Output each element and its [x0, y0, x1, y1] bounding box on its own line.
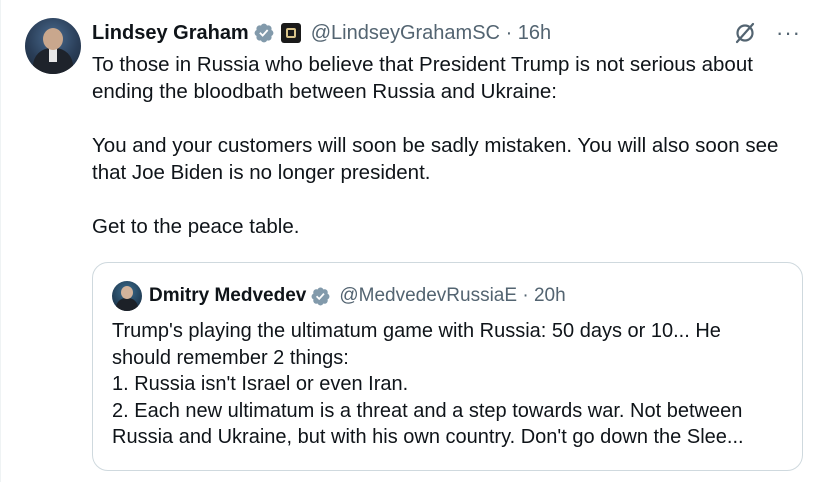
quoted-time: 20h [533, 285, 566, 306]
quoted-text: Trump's playing the ultimatum game with … [112, 318, 792, 451]
tweet-time: 16h [517, 21, 552, 44]
verified-badge-icon [311, 287, 330, 305]
tweet-header: Lindsey Graham @LindseyGrahamSC · 16h [92, 18, 551, 48]
avatar[interactable] [25, 18, 81, 74]
grok-icon[interactable] [732, 20, 758, 46]
quoted-line: 2. Each new ultimatum is a threat and a … [112, 399, 743, 422]
tweet-paragraph: You and your customers will soon be sadl… [92, 134, 779, 184]
verified-badge-icon [254, 23, 274, 43]
author-name[interactable]: Lindsey Graham [92, 22, 249, 45]
tweet-actions: ··· [732, 20, 801, 46]
quoted-tweet[interactable]: Dmitry Medvedev @MedvedevRussiaE · 20h T… [92, 262, 803, 471]
quoted-author-name: Dmitry Medvedev [149, 285, 307, 306]
quoted-line: should remember 2 things: [112, 346, 349, 369]
tweet-text: To those in Russia who believe that Pres… [92, 51, 812, 240]
quoted-header: Dmitry Medvedev @MedvedevRussiaE · 20h [149, 281, 566, 311]
tweet-paragraph: To those in Russia who believe that Pres… [92, 53, 753, 103]
quoted-line: Russia and Ukraine, but with his own cou… [112, 426, 744, 448]
tweet[interactable]: Lindsey Graham @LindseyGrahamSC · 16h ··… [0, 0, 827, 482]
quoted-line: 1. Russia isn't Israel or even Iran. [112, 373, 409, 395]
quoted-author-handle: @MedvedevRussiaE · 20h [339, 285, 566, 306]
more-icon[interactable]: ··· [776, 22, 801, 44]
us-senate-affiliation-icon[interactable] [280, 23, 301, 43]
quoted-avatar[interactable] [112, 281, 142, 311]
tweet-paragraph: Get to the peace table. [92, 215, 300, 238]
author-handle[interactable]: @LindseyGrahamSC · 16h [311, 22, 551, 45]
quoted-line: Trump's playing the ultimatum game with … [112, 320, 721, 342]
